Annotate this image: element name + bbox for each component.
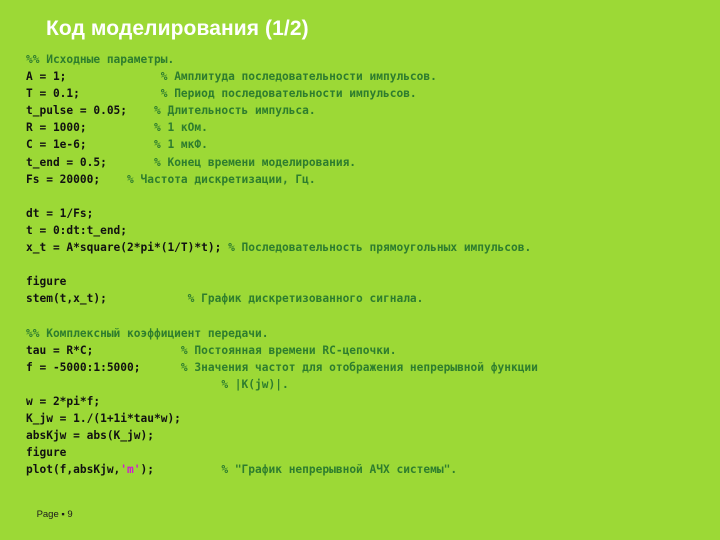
- code-token: t_end = 0.5;: [26, 155, 154, 169]
- code-comment: % Длительность импульса.: [153, 104, 316, 118]
- code-token: figure: [26, 446, 67, 460]
- code-comment: % Последовательность прямоугольных импул…: [228, 241, 532, 255]
- code-line: T = 0.1; % Период последовательности имп…: [26, 85, 702, 102]
- code-comment: % Постоянная времени RC-цепочки.: [180, 343, 397, 357]
- code-token: );: [140, 463, 222, 477]
- code-token: w = 2*pi*f;: [26, 394, 101, 408]
- code-token: x_t = A*square(2*pi*(1/T)*t);: [26, 241, 229, 255]
- code-comment: % |K(jw)|.: [221, 377, 289, 391]
- code-line: x_t = A*square(2*pi*(1/T)*t); % Последов…: [26, 239, 702, 256]
- code-comment: % 1 кОм.: [153, 121, 208, 135]
- code-line: R = 1000; % 1 кОм.: [26, 119, 702, 136]
- code-line: tau = R*C; % Постоянная времени RC-цепоч…: [26, 342, 702, 359]
- code-comment: % Конец времени моделирования.: [153, 155, 357, 169]
- code-line: % |K(jw)|.: [26, 376, 702, 393]
- code-comment: % Период последовательности импульсов.: [160, 87, 417, 101]
- code-line: w = 2*pi*f;: [26, 393, 702, 410]
- code-comment: % Значения частот для отображения непрер…: [180, 360, 538, 374]
- code-token: dt = 1/Fs;: [26, 206, 94, 220]
- code-line: A = 1; % Амплитуда последовательности им…: [26, 68, 702, 85]
- code-line: dt = 1/Fs;: [26, 205, 702, 222]
- code-token: figure: [26, 275, 67, 289]
- code-comment: % 1 мкФ.: [153, 138, 208, 152]
- page-title: Код моделирования (1/2): [46, 17, 309, 40]
- code-comment: %% Исходные параметры.: [26, 53, 175, 66]
- code-token: C = 1e-6;: [26, 138, 154, 152]
- code-line: %% Исходные параметры.: [26, 51, 702, 68]
- code-line: %% Комплексный коэффициент передачи.: [26, 325, 702, 342]
- page-footer: Page ▪ 9: [26, 497, 73, 533]
- page-footer-label: Page: [36, 509, 59, 520]
- code-line: t_pulse = 0.05; % Длительность импульса.: [26, 102, 702, 119]
- code-token: tau = R*C;: [26, 343, 181, 357]
- code-token: K_jw = 1./(1+1i*tau*w);: [26, 411, 181, 425]
- code-comment: %% Комплексный коэффициент передачи.: [26, 326, 269, 340]
- code-line: absKjw = abs(K_jw);: [26, 427, 702, 444]
- page-number: 9: [67, 509, 73, 520]
- code-line: Fs = 20000; % Частота дискретизации, Гц.: [26, 171, 702, 188]
- code-token: absKjw = abs(K_jw);: [26, 429, 154, 443]
- code-token: f = -5000:1:5000;: [26, 360, 181, 374]
- code-token: R = 1000;: [26, 121, 154, 135]
- code-line: t = 0:dt:t_end;: [26, 222, 702, 239]
- code-token: T = 0.1;: [26, 87, 161, 101]
- code-comment: % Амплитуда последовательности импульсов…: [160, 70, 437, 84]
- code-token: t_pulse = 0.05;: [26, 104, 154, 118]
- code-token: t = 0:dt:t_end;: [26, 223, 128, 237]
- code-listing: %% Исходные параметры. A = 1; % Амплитуда…: [26, 51, 702, 478]
- code-comment: % "График непрерывной АЧХ системы".: [221, 463, 458, 477]
- code-token: stem(t,x_t);: [26, 292, 188, 306]
- code-comment: % График дискретизованного сигнала.: [187, 292, 424, 306]
- code-line: K_jw = 1./(1+1i*tau*w);: [26, 410, 702, 427]
- code-line: plot(f,absKjw,'m'); % "График непрерывно…: [26, 461, 702, 478]
- code-line: stem(t,x_t); % График дискретизованного …: [26, 290, 702, 307]
- code-token: plot(f,absKjw,: [26, 463, 121, 477]
- code-token: Fs = 20000;: [26, 172, 128, 186]
- code-string-literal: 'm': [120, 463, 141, 477]
- slide-canvas: Код моделирования (1/2) %% Исходные пара…: [0, 0, 720, 540]
- code-line: figure: [26, 273, 702, 290]
- code-line: f = -5000:1:5000; % Значения частот для …: [26, 359, 702, 376]
- code-comment: % Частота дискретизации, Гц.: [127, 172, 316, 186]
- code-line: t_end = 0.5; % Конец времени моделирован…: [26, 154, 702, 171]
- code-line: C = 1e-6; % 1 мкФ.: [26, 136, 702, 153]
- code-token: A = 1;: [26, 70, 161, 84]
- code-line: figure: [26, 444, 702, 461]
